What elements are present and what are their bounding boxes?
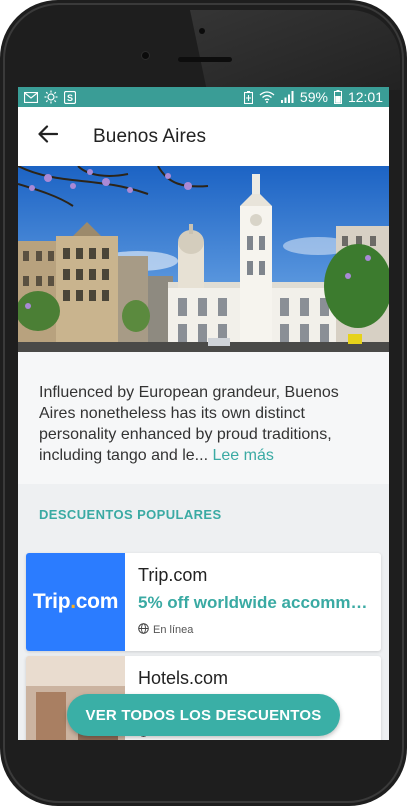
mail-icon <box>24 91 38 103</box>
phone-glare <box>190 10 400 90</box>
front-sensor <box>199 28 205 34</box>
discount-card[interactable]: Trip.com Trip.com 5% off worldwide accom… <box>26 553 381 651</box>
city-description: Influenced by European grandeur, Buenos … <box>39 382 371 466</box>
description-text: Influenced by European grandeur, Buenos … <box>39 384 339 464</box>
view-all-discounts-button[interactable]: VER TODOS LOS DESCUENTOS <box>67 694 340 736</box>
logo-text-suffix: com <box>75 590 119 613</box>
city-hero-image <box>18 166 389 352</box>
s-app-icon: S <box>64 90 76 104</box>
wifi-icon <box>259 91 275 103</box>
online-label: En línea <box>153 624 194 636</box>
description-section: Influenced by European grandeur, Buenos … <box>18 352 389 484</box>
brightness-icon <box>44 90 58 104</box>
status-bar: S 59% 12:01 <box>18 87 389 107</box>
app-bar: Buenos Aires <box>18 107 389 166</box>
page-title: Buenos Aires <box>93 125 207 147</box>
earpiece-speaker <box>178 57 232 62</box>
offer-text: 5% off worldwide accommodation <box>138 593 374 612</box>
battery-saver-icon <box>243 90 253 104</box>
svg-text:S: S <box>67 93 73 103</box>
signal-icon <box>280 91 294 103</box>
logo-text-main: Trip <box>32 590 71 613</box>
status-right-icons: 59% 12:01 <box>243 89 383 105</box>
online-badge: En línea <box>138 623 193 637</box>
front-camera <box>141 51 150 60</box>
read-more-link[interactable]: Lee más <box>212 447 273 464</box>
merchant-name: Trip.com <box>138 565 208 585</box>
battery-icon <box>333 90 342 104</box>
screen: S 59% 12:01 Buenos Aires Influenced by E… <box>18 87 389 740</box>
trip-logo: Trip.com <box>26 553 125 651</box>
clock: 12:01 <box>347 89 383 105</box>
back-arrow-icon <box>38 125 59 148</box>
back-button[interactable] <box>20 107 76 166</box>
section-title: DESCUENTOS POPULARES <box>39 507 222 522</box>
merchant-name: Hotels.com <box>138 668 229 688</box>
battery-percent: 59% <box>299 89 328 105</box>
status-left-icons: S <box>24 90 76 104</box>
phone-frame: S 59% 12:01 Buenos Aires Influenced by E… <box>0 0 407 806</box>
globe-icon <box>138 623 149 637</box>
